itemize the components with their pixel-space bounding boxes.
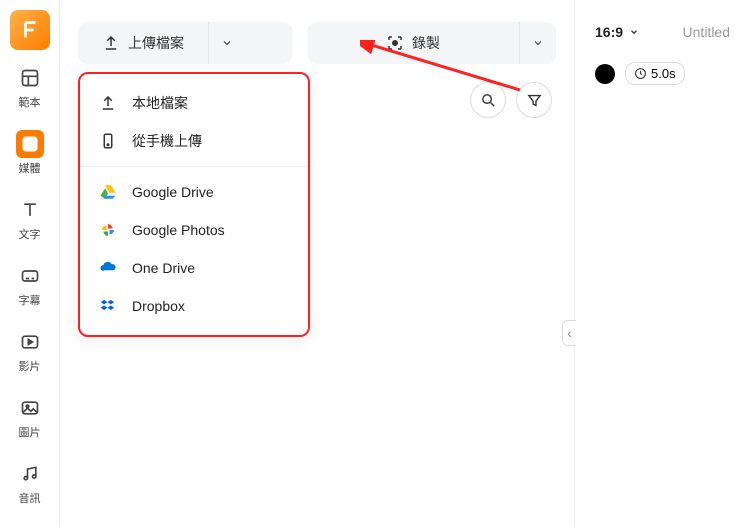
- menu-one-drive[interactable]: One Drive: [80, 249, 308, 287]
- menu-google-drive[interactable]: Google Drive: [80, 173, 308, 211]
- upload-button-group: 上傳檔案: [78, 22, 293, 64]
- nav-subtitle[interactable]: 字幕: [0, 256, 59, 314]
- chevron-down-icon: [221, 37, 233, 49]
- upload-label: 上傳檔案: [128, 33, 184, 53]
- upload-icon: [102, 34, 120, 52]
- nav-templates[interactable]: 範本: [0, 58, 59, 116]
- upload-icon: [98, 93, 118, 113]
- scene-thumbnail[interactable]: [595, 64, 615, 84]
- onedrive-icon: [98, 258, 118, 278]
- nav-label: 媒體: [19, 160, 41, 176]
- dropbox-icon: [98, 296, 118, 316]
- aspect-value: 16:9: [595, 24, 623, 40]
- menu-mobile-upload[interactable]: 從手機上傳: [80, 122, 308, 160]
- panel-collapse-handle[interactable]: ‹: [562, 320, 576, 346]
- media-icon: [16, 130, 44, 158]
- phone-icon: [98, 131, 118, 151]
- app-logo[interactable]: [10, 10, 50, 50]
- record-label: 錄製: [412, 33, 440, 53]
- duration-pill[interactable]: 5.0s: [625, 62, 685, 85]
- menu-label: Dropbox: [132, 298, 185, 314]
- filter-icon: [526, 92, 543, 109]
- upload-dropdown-toggle[interactable]: [208, 22, 245, 64]
- menu-label: Google Photos: [132, 222, 225, 238]
- audio-icon: [16, 460, 44, 488]
- nav-label: 音訊: [19, 490, 41, 506]
- chevron-down-icon: [532, 37, 544, 49]
- menu-label: Google Drive: [132, 184, 214, 200]
- upload-button[interactable]: 上傳檔案: [78, 22, 208, 64]
- google-photos-icon: [98, 220, 118, 240]
- upload-dropdown-menu: 本地檔案 從手機上傳 Google Drive Google Photos O: [78, 72, 310, 337]
- nav-label: 字幕: [19, 292, 41, 308]
- panel-header: 16:9 Untitled: [589, 14, 736, 52]
- menu-label: 本地檔案: [132, 93, 188, 113]
- text-icon: [16, 196, 44, 224]
- nav-media[interactable]: 媒體: [0, 124, 59, 182]
- nav-audio[interactable]: 音訊: [0, 454, 59, 512]
- image-icon: [16, 394, 44, 422]
- nav-label: 文字: [19, 226, 41, 242]
- nav-video[interactable]: 影片: [0, 322, 59, 380]
- search-icon: [480, 92, 497, 109]
- record-button[interactable]: 錄製: [307, 22, 519, 64]
- clock-icon: [634, 67, 647, 80]
- record-button-group: 錄製: [307, 22, 556, 64]
- menu-google-photos[interactable]: Google Photos: [80, 211, 308, 249]
- main-area: 上傳檔案 錄製 本地檔案: [60, 0, 575, 527]
- templates-icon: [16, 64, 44, 92]
- chevron-down-icon: [629, 27, 639, 37]
- timeline-row[interactable]: 5.0s: [589, 52, 736, 95]
- record-dropdown-toggle[interactable]: [519, 22, 556, 64]
- nav-image[interactable]: 圖片: [0, 388, 59, 446]
- nav-text[interactable]: 文字: [0, 190, 59, 248]
- nav-label: 影片: [19, 358, 41, 374]
- google-drive-icon: [98, 182, 118, 202]
- aspect-ratio-selector[interactable]: 16:9: [595, 24, 639, 40]
- subtitle-icon: [16, 262, 44, 290]
- search-button[interactable]: [470, 82, 506, 118]
- menu-label: One Drive: [132, 260, 195, 276]
- sidebar: 範本 媒體 文字 字幕 影片 圖片 音訊: [0, 0, 60, 527]
- menu-local-file[interactable]: 本地檔案: [80, 84, 308, 122]
- right-panel: 16:9 Untitled 5.0s: [575, 0, 750, 527]
- video-icon: [16, 328, 44, 356]
- menu-label: 從手機上傳: [132, 131, 202, 151]
- filter-button[interactable]: [516, 82, 552, 118]
- duration-value: 5.0s: [651, 66, 676, 81]
- menu-divider: [80, 166, 308, 167]
- toolbar: 上傳檔案 錄製: [78, 22, 556, 64]
- record-icon: [386, 34, 404, 52]
- menu-dropbox[interactable]: Dropbox: [80, 287, 308, 325]
- nav-label: 範本: [19, 94, 41, 110]
- nav-label: 圖片: [19, 424, 41, 440]
- project-title[interactable]: Untitled: [683, 24, 730, 40]
